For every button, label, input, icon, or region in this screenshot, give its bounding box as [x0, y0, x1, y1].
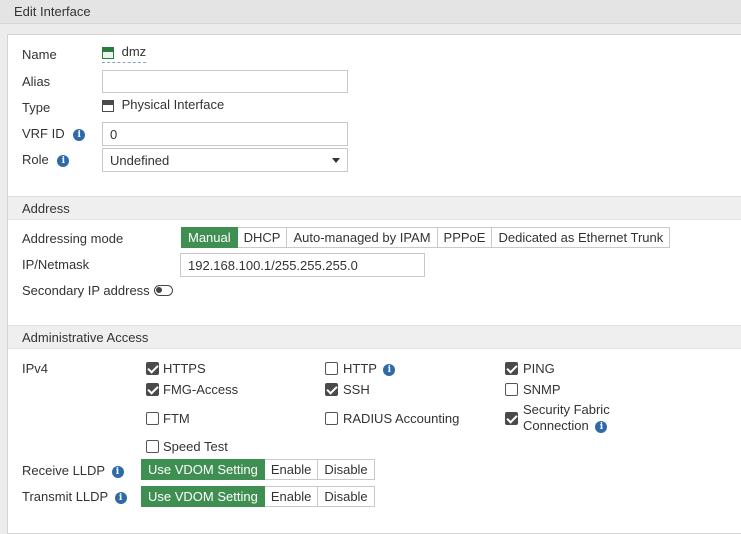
https-label: HTTPS	[163, 361, 206, 376]
security-fabric-checkbox[interactable]	[505, 412, 518, 425]
snmp-label: SNMP	[523, 382, 561, 397]
mode-dhcp-option[interactable]: DHCP	[237, 227, 288, 248]
fmg-access-label: FMG-Access	[163, 382, 239, 397]
window-titlebar: Edit Interface	[0, 0, 741, 24]
ipv4-label: IPv4	[22, 361, 49, 376]
vrf-id-label: VRF ID i	[22, 126, 86, 141]
http-label: HTTP i	[343, 361, 396, 376]
snmp-checkbox[interactable]	[505, 383, 518, 396]
ssh-label: SSH	[343, 382, 370, 397]
info-icon[interactable]: i	[111, 465, 124, 478]
addressing-mode-selector: Manual DHCP Auto-managed by IPAM PPPoE D…	[181, 227, 671, 248]
security-fabric-label: Security Fabric Connection i	[523, 402, 610, 434]
ping-label: PING	[523, 361, 555, 376]
info-icon[interactable]: i	[383, 363, 396, 376]
toggle-off-icon[interactable]	[154, 285, 173, 296]
ftm-label: FTM	[163, 411, 190, 426]
mode-trunk-option[interactable]: Dedicated as Ethernet Trunk	[492, 227, 671, 248]
interface-icon	[102, 99, 114, 112]
transmit-lldp-enable-option[interactable]: Enable	[264, 486, 319, 507]
type-label: Type	[22, 100, 51, 115]
addressing-mode-label: Addressing mode	[22, 231, 124, 246]
transmit-lldp-disable-option[interactable]: Disable	[318, 486, 375, 507]
radius-accounting-checkbox[interactable]	[325, 412, 338, 425]
role-label: Role i	[22, 152, 70, 167]
speed-test-checkbox[interactable]	[146, 440, 159, 453]
mode-manual-option[interactable]: Manual	[181, 227, 238, 248]
name-text: dmz	[121, 44, 147, 59]
role-select[interactable]: Undefined	[102, 148, 348, 172]
alias-input[interactable]	[102, 70, 348, 93]
chevron-down-icon	[332, 158, 340, 163]
address-section-title: Address	[22, 201, 70, 216]
info-icon[interactable]: i	[57, 154, 70, 167]
name-value[interactable]: dmz	[102, 44, 147, 63]
ip-netmask-label: IP/Netmask	[22, 257, 90, 272]
info-icon[interactable]: i	[114, 491, 127, 504]
type-text: Physical Interface	[121, 97, 225, 112]
transmit-lldp-text: Transmit LLDP	[22, 489, 108, 504]
name-label: Name	[22, 47, 57, 62]
receive-lldp-selector: Use VDOM Setting Enable Disable	[141, 459, 375, 480]
security-fabric-line2: Connection	[523, 418, 589, 433]
alias-label: Alias	[22, 74, 51, 89]
transmit-lldp-vdom-option[interactable]: Use VDOM Setting	[141, 486, 265, 507]
transmit-lldp-selector: Use VDOM Setting Enable Disable	[141, 486, 375, 507]
vrf-id-input[interactable]	[102, 122, 348, 146]
https-checkbox[interactable]	[146, 362, 159, 375]
edit-interface-panel: Name dmz Alias Type Physical Interface V…	[7, 34, 741, 534]
receive-lldp-text: Receive LLDP	[22, 463, 105, 478]
secondary-ip-label: Secondary IP address	[22, 283, 150, 298]
interface-icon	[102, 46, 114, 59]
vrf-id-text: VRF ID	[22, 126, 65, 141]
receive-lldp-enable-option[interactable]: Enable	[264, 459, 319, 480]
info-icon[interactable]: i	[73, 128, 86, 141]
info-icon[interactable]: i	[595, 420, 608, 433]
mode-ipam-option[interactable]: Auto-managed by IPAM	[287, 227, 438, 248]
role-text: Role	[22, 152, 49, 167]
admin-access-section-title: Administrative Access	[22, 330, 149, 345]
ftm-checkbox[interactable]	[146, 412, 159, 425]
speed-test-label: Speed Test	[163, 439, 228, 454]
radius-accounting-label: RADIUS Accounting	[343, 411, 460, 426]
ip-netmask-input[interactable]	[180, 253, 425, 277]
ping-checkbox[interactable]	[505, 362, 518, 375]
window-title: Edit Interface	[14, 4, 91, 19]
admin-access-section-header: Administrative Access	[8, 325, 741, 349]
security-fabric-line1: Security Fabric	[523, 402, 610, 417]
receive-lldp-vdom-option[interactable]: Use VDOM Setting	[141, 459, 265, 480]
role-selected-value: Undefined	[110, 153, 170, 168]
ssh-checkbox[interactable]	[325, 383, 338, 396]
receive-lldp-disable-option[interactable]: Disable	[318, 459, 375, 480]
address-section-header: Address	[8, 196, 741, 220]
receive-lldp-label: Receive LLDP i	[22, 463, 124, 478]
type-value: Physical Interface	[102, 97, 224, 112]
mode-pppoe-option[interactable]: PPPoE	[437, 227, 493, 248]
http-checkbox[interactable]	[325, 362, 338, 375]
transmit-lldp-label: Transmit LLDP i	[22, 489, 127, 504]
http-text: HTTP	[343, 361, 377, 376]
fmg-access-checkbox[interactable]	[146, 383, 159, 396]
